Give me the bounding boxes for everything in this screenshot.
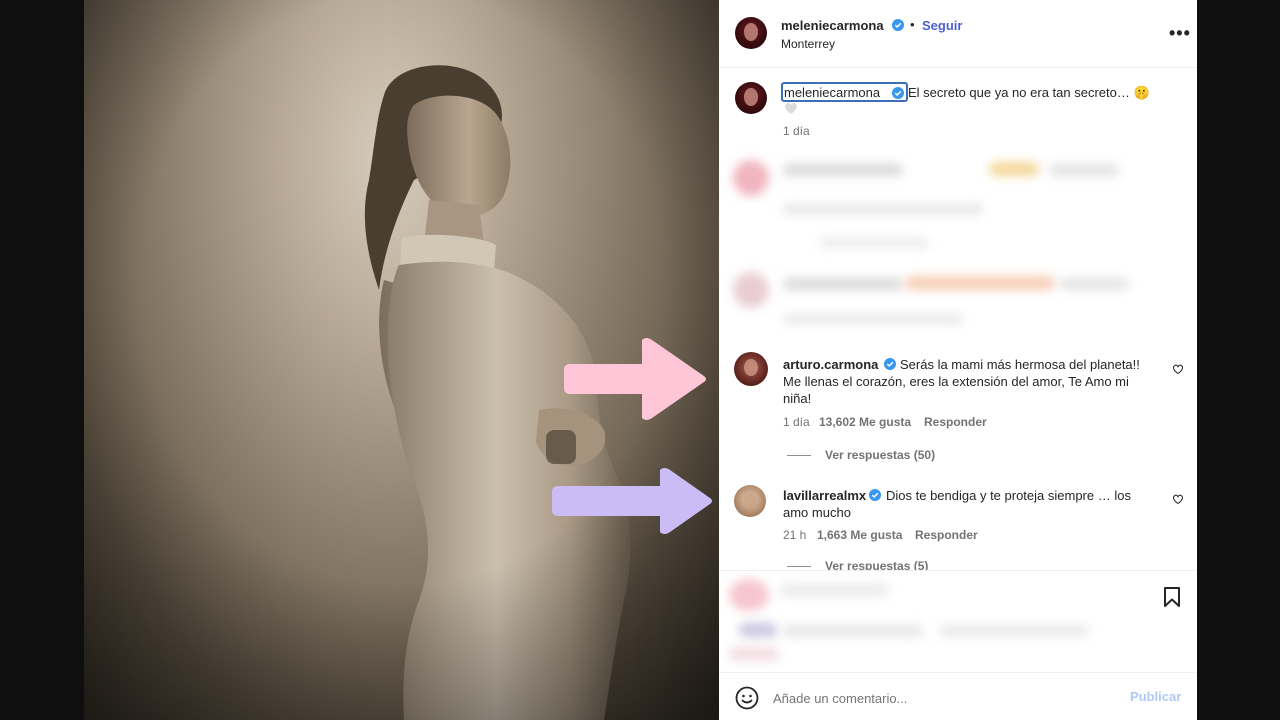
comment-avatar-arturo[interactable] bbox=[734, 352, 768, 386]
comment-input[interactable] bbox=[773, 689, 1113, 707]
bookmark-icon[interactable] bbox=[1162, 586, 1182, 608]
post-actions-bar bbox=[719, 570, 1197, 672]
caption-username[interactable]: meleniecarmona bbox=[784, 85, 880, 100]
comment-username[interactable]: lavillarrealmx bbox=[783, 487, 866, 504]
caption-text: El secreto que ya no era tan secreto… 🤫 bbox=[908, 85, 1150, 100]
verified-badge-icon bbox=[869, 489, 881, 501]
view-replies-button[interactable]: Ver respuestas (5) bbox=[825, 559, 928, 570]
comment-line-1: arturo.carmona bbox=[783, 356, 878, 373]
heart-icon bbox=[785, 102, 797, 114]
comment-composer: Publicar bbox=[719, 672, 1197, 720]
verified-badge-icon bbox=[892, 87, 904, 99]
lavender-arrow-pointer bbox=[552, 468, 712, 534]
comment-text: niña! bbox=[783, 391, 812, 406]
pink-arrow-pointer bbox=[564, 338, 706, 420]
comment-list-clip: Ver respuestas (5) bbox=[719, 556, 1197, 570]
comment-avatar-lavillarreal[interactable] bbox=[734, 485, 766, 517]
heart-icon[interactable] bbox=[1172, 493, 1184, 505]
replies-divider bbox=[787, 455, 811, 456]
replies-divider bbox=[787, 566, 811, 567]
comment-text: Serás la mami más hermosa del planeta!! bbox=[900, 357, 1140, 372]
comment-likes[interactable]: 1,663 Me gusta bbox=[817, 528, 902, 542]
more-options-icon[interactable]: ••• bbox=[1169, 23, 1191, 44]
comment-username[interactable]: arturo.carmona bbox=[783, 357, 878, 372]
comment-text: amo mucho bbox=[783, 505, 851, 520]
follow-button[interactable]: Seguir bbox=[922, 18, 962, 33]
emoji-smiley-icon[interactable] bbox=[735, 686, 759, 710]
caption-time[interactable]: 1 día bbox=[783, 124, 810, 138]
comment-text: Me llenas el corazón, eres la extensión … bbox=[783, 374, 1129, 389]
header-separator: • bbox=[910, 17, 915, 32]
comment-likes[interactable]: 13,602 Me gusta bbox=[819, 415, 911, 429]
author-avatar[interactable] bbox=[735, 17, 767, 49]
reply-button[interactable]: Responder bbox=[924, 415, 987, 429]
caption-avatar[interactable] bbox=[735, 82, 767, 114]
screenshot-stage: meleniecarmona • Seguir Monterrey ••• me… bbox=[0, 0, 1280, 720]
reply-button[interactable]: Responder bbox=[915, 528, 978, 542]
author-username[interactable]: meleniecarmona bbox=[781, 18, 884, 33]
post-side-panel: meleniecarmona • Seguir Monterrey ••• me… bbox=[719, 0, 1197, 720]
verified-badge-icon bbox=[884, 358, 896, 370]
comment-time[interactable]: 21 h bbox=[783, 528, 806, 542]
comment-text: Dios te bendiga y te proteja siempre … l… bbox=[886, 488, 1131, 503]
view-replies-button[interactable]: Ver respuestas (50) bbox=[825, 448, 935, 462]
heart-icon[interactable] bbox=[1172, 363, 1184, 375]
verified-badge-icon bbox=[892, 19, 904, 31]
comment-time[interactable]: 1 día bbox=[783, 415, 810, 429]
publish-button[interactable]: Publicar bbox=[1130, 689, 1181, 704]
post-header: meleniecarmona • Seguir Monterrey ••• bbox=[719, 0, 1197, 68]
post-location[interactable]: Monterrey bbox=[781, 37, 835, 51]
